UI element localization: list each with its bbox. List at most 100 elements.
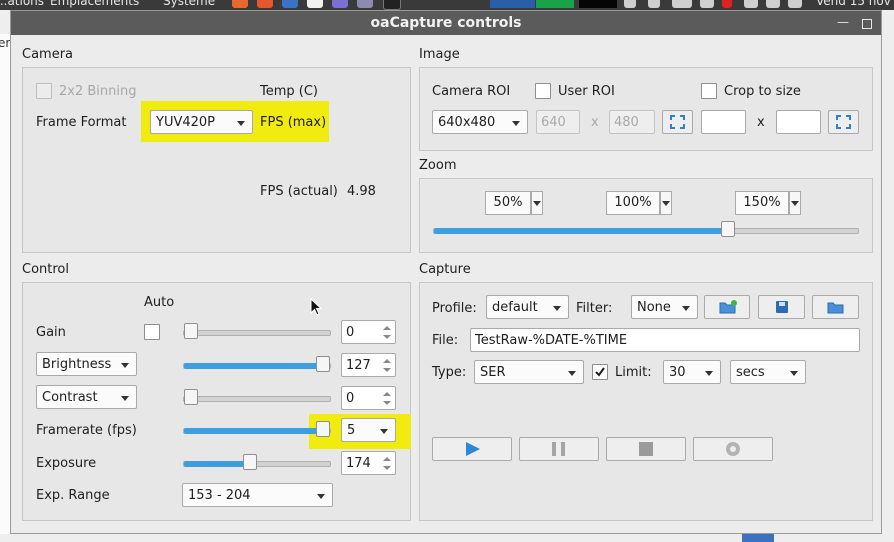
chevron-down-icon — [553, 306, 561, 311]
frame-format-select[interactable]: YUV420P — [150, 110, 253, 134]
framerate-value: 5 — [347, 423, 356, 438]
launcher-icon[interactable] — [257, 0, 273, 8]
zoom-slider[interactable] — [433, 221, 859, 237]
slider-handle[interactable] — [243, 454, 257, 470]
zoom-50-button[interactable]: 50% — [485, 191, 531, 215]
crop-x-separator: x — [757, 115, 765, 130]
crop-to-size-checkbox[interactable] — [701, 83, 717, 99]
fit-roi-button[interactable] — [662, 110, 693, 134]
stop-capture-button[interactable] — [606, 437, 686, 461]
launcher-icon[interactable] — [307, 0, 323, 8]
tray-icon[interactable] — [648, 0, 660, 8]
start-capture-button[interactable] — [432, 437, 512, 461]
limit-label: Limit: — [615, 365, 652, 380]
contrast-control-select[interactable]: Contrast — [36, 385, 137, 409]
framerate-select[interactable]: 5 — [341, 418, 396, 442]
exposure-spinbox[interactable]: 174 — [341, 451, 396, 475]
roi-select[interactable]: 640x480 — [432, 110, 528, 134]
minimize-icon[interactable]: — — [837, 15, 849, 29]
maximize-icon[interactable] — [862, 19, 872, 29]
crop-height-input[interactable] — [776, 110, 821, 134]
exp-range-select[interactable]: 153 - 204 — [182, 483, 333, 507]
slider-handle[interactable] — [316, 356, 330, 372]
spin-down-icon[interactable] — [383, 335, 391, 339]
user-roi-checkbox[interactable] — [535, 83, 551, 99]
launcher-icon[interactable] — [357, 0, 373, 8]
type-select[interactable]: SER — [474, 360, 584, 384]
framerate-slider[interactable] — [183, 421, 331, 437]
roi-height-input[interactable]: 480 — [609, 110, 655, 134]
fit-crop-button[interactable] — [828, 110, 859, 134]
autorun-button[interactable] — [693, 437, 773, 461]
tray-icon[interactable] — [744, 0, 758, 8]
launcher-icon[interactable] — [282, 0, 298, 8]
zoom-group — [419, 178, 873, 253]
chevron-down-icon — [791, 201, 799, 206]
slider-handle[interactable] — [721, 221, 735, 237]
spin-down-icon[interactable] — [383, 401, 391, 405]
tray-icon[interactable] — [672, 0, 692, 8]
menu-system[interactable]: Système — [163, 0, 215, 8]
terminal-icon[interactable] — [383, 0, 401, 10]
frame-format-value: YUV420P — [156, 115, 216, 130]
control-section-title: Control — [22, 262, 69, 277]
checkmark-icon — [595, 367, 605, 377]
zoom-100-dropdown[interactable] — [660, 191, 672, 215]
framerate-label: Framerate (fps) — [36, 423, 137, 438]
chevron-down-icon — [533, 201, 541, 206]
zoom-50-dropdown[interactable] — [531, 191, 543, 215]
play-icon — [466, 442, 480, 456]
file-name-input[interactable]: TestRaw-%DATE-%TIME — [470, 328, 860, 352]
zoom-150-button[interactable]: 150% — [735, 191, 789, 215]
menu-applications[interactable]: ...ations — [0, 0, 44, 8]
filter-label: Filter: — [576, 301, 613, 316]
launcher-icon[interactable] — [332, 0, 348, 8]
tray-icon[interactable] — [700, 0, 714, 8]
tray-icon[interactable] — [624, 0, 636, 8]
contrast-spinbox[interactable]: 0 — [341, 386, 396, 410]
clock[interactable]: Vend 15 nov — [816, 0, 891, 8]
filter-select[interactable]: None — [631, 295, 698, 319]
slider-handle[interactable] — [184, 323, 198, 339]
gain-slider[interactable] — [183, 323, 331, 339]
open-folder-button[interactable] — [812, 295, 859, 319]
profile-select[interactable]: default — [486, 295, 569, 319]
brightness-spinbox[interactable]: 127 — [341, 353, 396, 377]
tray-icon[interactable] — [766, 0, 780, 8]
gain-spinbox[interactable]: 0 — [341, 320, 396, 344]
limit-checkbox[interactable] — [592, 364, 608, 380]
brightness-slider[interactable] — [183, 356, 331, 372]
menu-places[interactable]: Emplacements — [50, 0, 139, 8]
title-bar[interactable]: oaCapture controls — — [11, 11, 881, 35]
temp-label: Temp (C) — [260, 84, 318, 99]
slider-fill — [184, 428, 323, 434]
limit-select[interactable]: 30 — [663, 360, 721, 384]
user-roi-label: User ROI — [558, 84, 615, 99]
slider-handle[interactable] — [184, 389, 198, 405]
spin-up-icon[interactable] — [383, 457, 391, 461]
new-folder-icon — [719, 300, 737, 314]
slider-handle[interactable] — [316, 421, 330, 437]
chevron-down-icon — [682, 306, 690, 311]
crop-width-input[interactable] — [701, 110, 746, 134]
save-button[interactable] — [758, 295, 805, 319]
zoom-150-dropdown[interactable] — [789, 191, 801, 215]
brightness-control-select[interactable]: Brightness — [36, 352, 137, 376]
limit-unit-select[interactable]: secs — [730, 360, 806, 384]
spin-up-icon[interactable] — [383, 359, 391, 363]
spin-up-icon[interactable] — [383, 392, 391, 396]
tray-icon[interactable] — [788, 0, 802, 8]
gain-auto-checkbox[interactable] — [144, 324, 160, 340]
roi-width-input[interactable]: 640 — [536, 110, 580, 134]
tray-icon[interactable] — [722, 0, 732, 8]
new-folder-button[interactable] — [704, 295, 750, 319]
spin-down-icon[interactable] — [383, 466, 391, 470]
launcher-icon[interactable] — [232, 0, 248, 8]
zoom-100-button[interactable]: 100% — [606, 191, 660, 215]
spin-up-icon[interactable] — [383, 326, 391, 330]
binning-checkbox[interactable] — [36, 83, 52, 99]
spin-down-icon[interactable] — [383, 368, 391, 372]
exposure-slider[interactable] — [183, 454, 331, 470]
pause-capture-button[interactable] — [519, 437, 599, 461]
contrast-slider[interactable] — [183, 389, 331, 405]
